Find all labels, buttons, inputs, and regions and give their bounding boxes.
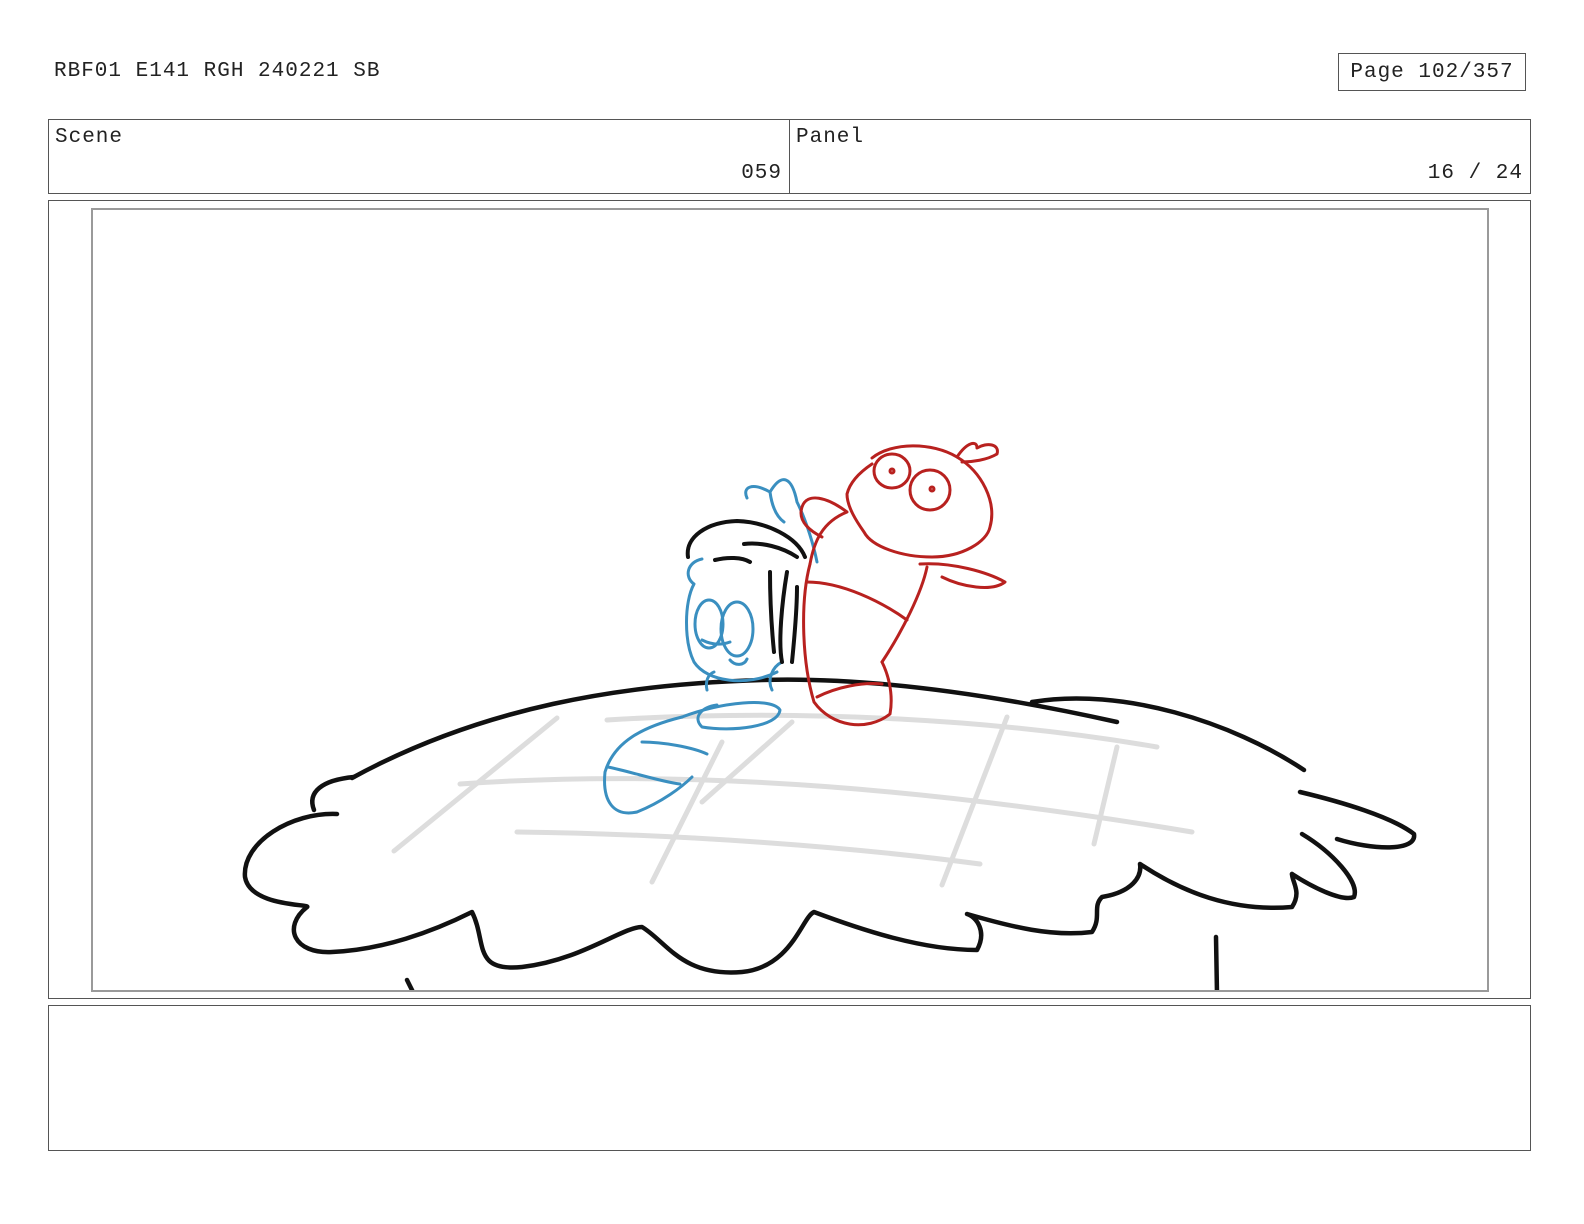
cake-outline [242,677,1417,990]
panel-number: 16 / 24 [1427,162,1523,185]
storyboard-sketch [242,441,1417,990]
storyboard-frame [91,208,1489,992]
production-id: RBF01 E141 RGH 240221 SB [54,60,381,83]
scene-cell: Scene 059 [49,120,789,193]
scene-label: Scene [55,126,124,149]
grid-lines [391,712,1195,888]
panel-cell: Panel 16 / 24 [789,120,1530,193]
page-number: Page 102/357 [1338,53,1526,91]
notes-area [48,1005,1531,1151]
scene-number: 059 [741,162,782,185]
scene-panel-info: Scene 059 Panel 16 / 24 [48,119,1531,194]
panel-label: Panel [796,126,865,149]
